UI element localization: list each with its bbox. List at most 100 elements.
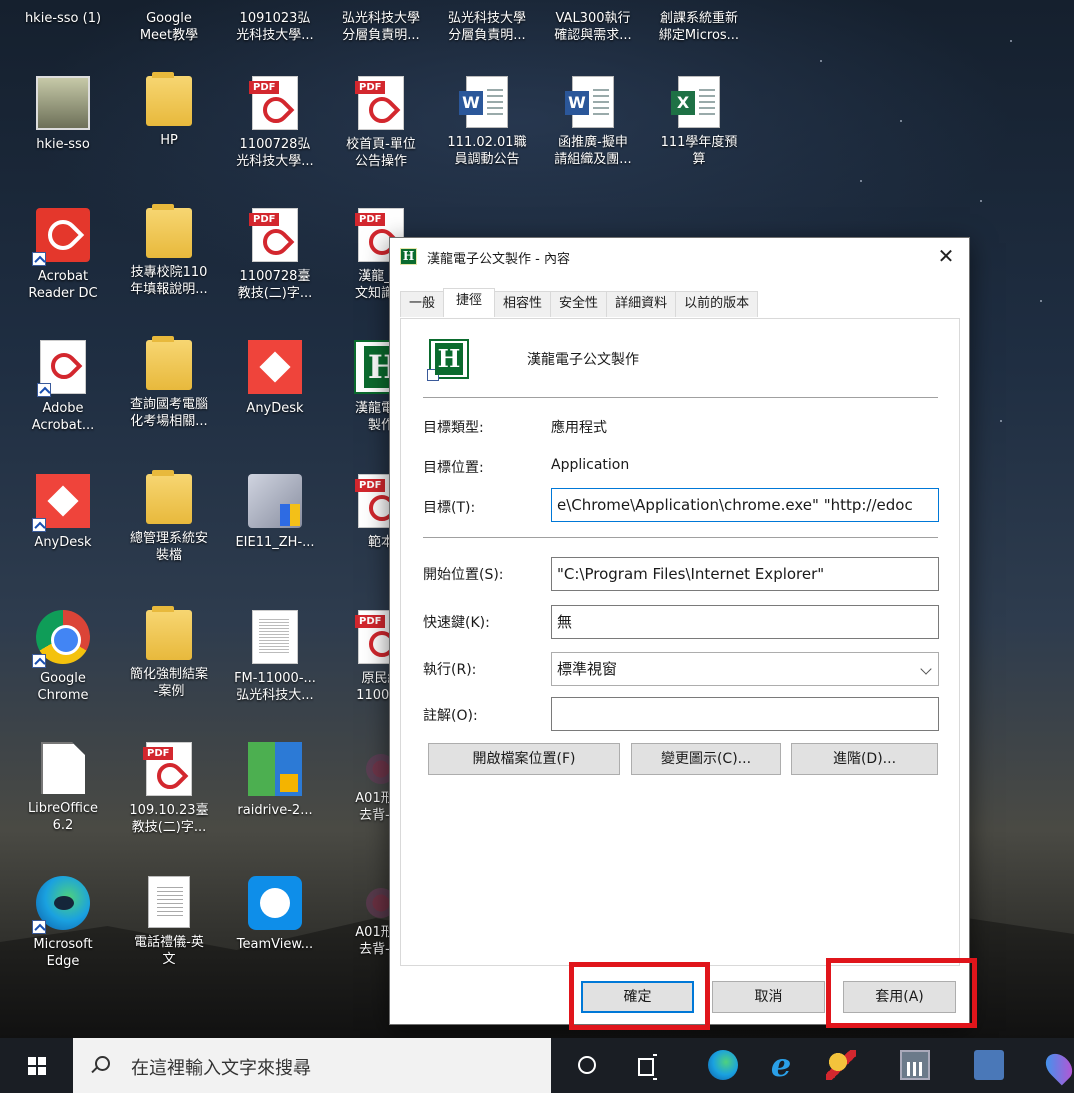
internet-explorer-icon[interactable]: e <box>766 1049 796 1081</box>
desktop-icon-label: AnyDesk <box>246 401 304 416</box>
star <box>900 120 902 122</box>
calculator-icon[interactable] <box>900 1050 930 1080</box>
desktop-icon-label: 電話禮儀-英 文 <box>134 935 204 967</box>
desktop-icon-hp[interactable]: HP <box>116 72 222 149</box>
hanlong-app-icon: H <box>400 248 417 265</box>
search-placeholder: 在這裡輸入文字來搜尋 <box>131 1058 311 1079</box>
desktop-icon-hkie-sso[interactable]: hkie-sso <box>10 76 116 153</box>
dialog-titlebar[interactable]: H 漢龍電子公文製作 - 內容 ✕ <box>390 238 969 275</box>
desktop-icon-word-transfer[interactable]: W 111.02.01職 員調動公告 <box>434 76 540 168</box>
desktop-icon-libreoffice[interactable]: LibreOffice 6.2 <box>10 742 116 834</box>
star <box>1040 300 1042 302</box>
task-view-icon[interactable] <box>638 1054 660 1080</box>
desktop-icon-ie11[interactable]: EIE11_ZH-... <box>222 474 328 551</box>
desktop-icon-hk-policy-2[interactable]: 弘光科技大學 分層負責明... <box>434 10 540 44</box>
desktop-icon-word-promo[interactable]: W 函推廣-擬申 請組織及團... <box>540 76 646 168</box>
desktop-icon-label: Microsoft Edge <box>33 937 93 969</box>
folder-icon <box>146 336 192 390</box>
acrobat-icon <box>37 340 86 397</box>
desktop-icon-label: 創課系統重新 綁定Micros... <box>658 11 740 43</box>
change-icon-button[interactable]: 變更圖示(C)... <box>631 743 781 775</box>
tab-previous-versions[interactable]: 以前的版本 <box>675 291 759 317</box>
target-field[interactable]: e\Chrome\Application\chrome.exe" "http:/… <box>551 488 939 522</box>
app-drop-icon[interactable] <box>1040 1048 1074 1086</box>
folder-icon <box>146 72 192 126</box>
desktop-icon-raidrive[interactable]: raidrive-2... <box>222 742 328 819</box>
anydesk-icon <box>248 340 302 394</box>
cancel-button[interactable]: 取消 <box>712 981 825 1013</box>
installer-icon <box>248 474 302 528</box>
desktop-icon-acrobat-reader[interactable]: Acrobat Reader DC <box>10 208 116 302</box>
document-icon <box>252 610 298 664</box>
edge-taskbar-icon[interactable] <box>708 1050 738 1080</box>
desktop-icon-phone-etiquette[interactable]: 電話禮儀-英 文 <box>116 876 222 968</box>
desktop-icon-label: hkie-sso <box>36 137 90 152</box>
tab-general[interactable]: 一般 <box>400 291 445 317</box>
tab-details[interactable]: 詳細資料 <box>606 291 677 317</box>
hotkey-field[interactable]: 無 <box>551 605 939 639</box>
tab-bar: 一般 捷徑 相容性 安全性 詳細資料 以前的版本 <box>400 288 759 318</box>
tab-security[interactable]: 安全性 <box>550 291 608 317</box>
anydesk-icon <box>32 474 90 532</box>
open-file-location-button[interactable]: 開啟檔案位置(F) <box>428 743 620 775</box>
comment-field[interactable] <box>551 697 939 731</box>
tab-compatibility[interactable]: 相容性 <box>494 291 552 317</box>
desktop-icon-val300[interactable]: VAL300執行 確認與需求... <box>540 10 646 44</box>
star <box>820 60 822 62</box>
ok-button[interactable]: 確定 <box>581 981 694 1013</box>
desktop-icon-doc-1091023[interactable]: 1091023弘 光科技大學... <box>222 10 328 44</box>
desktop-icon-pdf-homepage[interactable]: PDF 校首頁-單位 公告操作 <box>328 76 434 170</box>
network-icon[interactable] <box>974 1050 1004 1080</box>
run-select[interactable]: 標準視窗 <box>551 652 939 686</box>
desktop-icon-folder-exam[interactable]: 查詢國考電腦 化考場相關... <box>116 336 222 430</box>
desktop-icon-pdf-1100728[interactable]: PDF 1100728弘 光科技大學... <box>222 76 328 170</box>
desktop-icon-excel-budget[interactable]: X 111學年度預 算 <box>646 76 752 168</box>
windows-start-icon[interactable] <box>28 1057 46 1075</box>
desktop-icon-adobe-acrobat[interactable]: Adobe Acrobat... <box>10 340 116 434</box>
apply-button[interactable]: 套用(A) <box>843 981 956 1013</box>
start-in-field[interactable]: "C:\Program Files\Internet Explorer" <box>551 557 939 591</box>
desktop-icon-microsoft-bind[interactable]: 創課系統重新 綁定Micros... <box>646 10 752 44</box>
desktop-icon-folder-110[interactable]: 技專校院110 年填報說明... <box>116 204 222 298</box>
desktop-icon-pdf-109[interactable]: PDF 109.10.23臺 教技(二)字... <box>116 742 222 836</box>
desktop-icon-label: Adobe Acrobat... <box>31 401 95 433</box>
target-type-value: 應用程式 <box>551 420 607 436</box>
desktop-icon-label: AnyDesk <box>34 535 92 550</box>
desktop-icon-fm-11000[interactable]: FM-11000-... 弘光科技大... <box>222 610 328 704</box>
close-icon[interactable]: ✕ <box>923 238 969 275</box>
desktop-icon-folder-case[interactable]: 簡化強制結案 -案例 <box>116 606 222 700</box>
desktop-icon-label: Google Chrome <box>37 671 89 703</box>
desktop-icon-anydesk-1[interactable]: AnyDesk <box>222 340 328 417</box>
desktop-icon-teamviewer[interactable]: TeamView... <box>222 876 328 953</box>
desktop-icon-folder-admin[interactable]: 總管理系統安 裝檔 <box>116 470 222 564</box>
advanced-button[interactable]: 進階(D)... <box>791 743 938 775</box>
snipping-tool-icon[interactable] <box>826 1050 856 1080</box>
desktop-icon-label: raidrive-2... <box>237 803 313 818</box>
desktop-icon-anydesk-2[interactable]: AnyDesk <box>10 474 116 551</box>
shortcut-panel: 漢龍電子公文製作 目標類型: 應用程式 目標位置: Application 目標… <box>400 318 960 966</box>
raidrive-icon <box>248 742 302 796</box>
desktop-icon-hk-policy-1[interactable]: 弘光科技大學 分層負責明... <box>328 10 434 44</box>
tab-shortcut[interactable]: 捷徑 <box>443 288 496 317</box>
desktop-icon-label: FM-11000-... 弘光科技大... <box>234 671 316 703</box>
desktop-icon-label: 校首頁-單位 公告操作 <box>346 137 416 169</box>
desktop-icon-label: LibreOffice 6.2 <box>27 801 99 833</box>
taskbar-search-box[interactable]: 在這裡輸入文字來搜尋 <box>73 1038 551 1093</box>
hotkey-label: 快速鍵(K): <box>423 615 490 631</box>
comment-label: 註解(O): <box>423 708 478 724</box>
desktop-icon-label: 技專校院110 年填報說明... <box>130 265 208 297</box>
text-document-icon <box>148 876 190 928</box>
desktop-icon-hkie-sso-1[interactable]: hkie-sso (1) <box>10 10 116 27</box>
run-label: 執行(R): <box>423 662 477 678</box>
pdf-icon: PDF <box>143 742 192 796</box>
desktop-icon-label: EIE11_ZH-... <box>235 535 315 550</box>
hanlong-app-icon <box>427 339 469 381</box>
pdf-icon: PDF <box>249 76 298 130</box>
desktop-icon-google-meet[interactable]: Google Meet教學 <box>116 10 222 44</box>
desktop-icon-google-chrome[interactable]: Google Chrome <box>10 610 116 704</box>
desktop-icon-pdf-1100728-2[interactable]: PDF 1100728臺 教技(二)字... <box>222 208 328 302</box>
star <box>1010 40 1012 42</box>
desktop-icon-label: Google Meet教學 <box>139 11 199 43</box>
desktop-icon-microsoft-edge[interactable]: Microsoft Edge <box>10 876 116 970</box>
cortana-icon[interactable] <box>578 1056 596 1074</box>
